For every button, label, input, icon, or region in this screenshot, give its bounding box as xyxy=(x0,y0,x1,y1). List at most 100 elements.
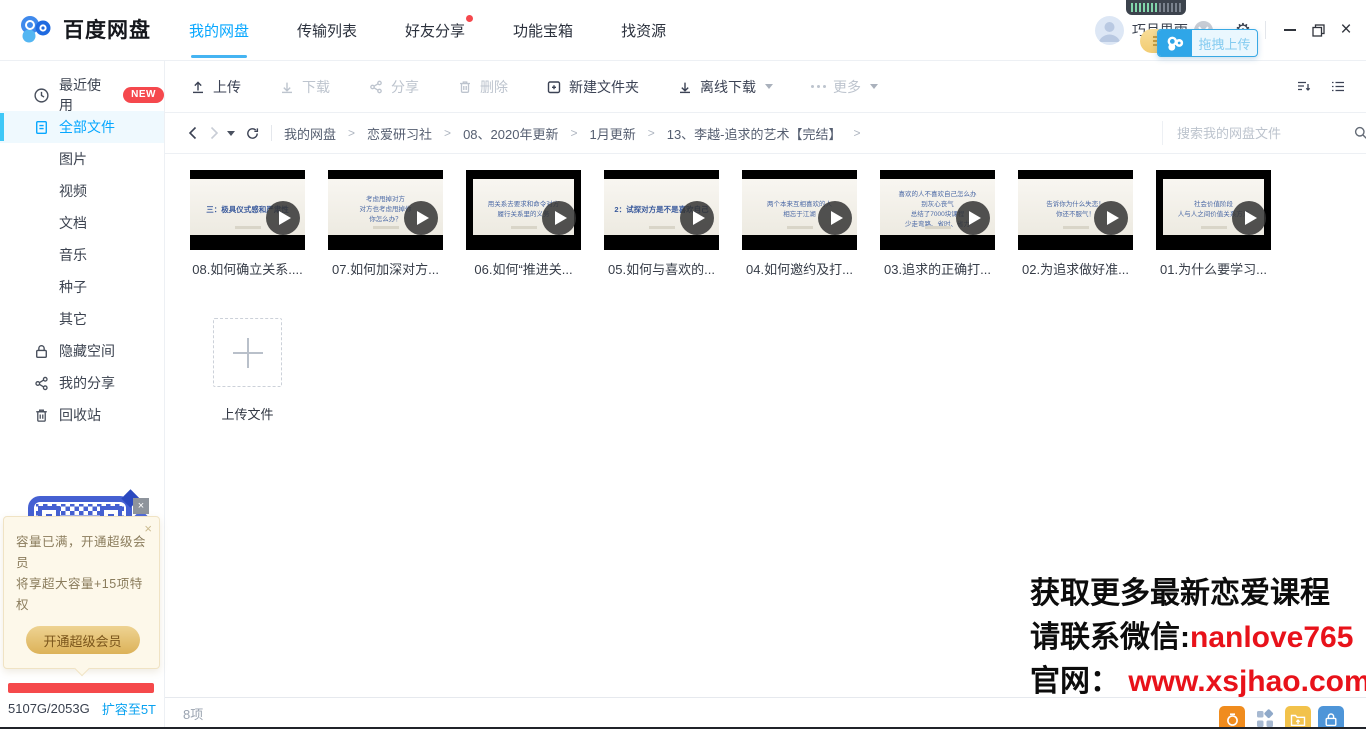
play-button-icon[interactable] xyxy=(680,201,714,235)
breadcrumb-item[interactable]: 13、李越-追求的艺术【完结】 xyxy=(667,124,842,143)
file-card[interactable]: 喜欢的人不喜欢自己怎么办别灰心丧气总结了7000块课程少走弯路、省时、省力 03… xyxy=(880,170,995,278)
storage-usage-label: 5107G/2053G xyxy=(8,701,90,716)
delete-button[interactable]: 删除 xyxy=(457,77,508,97)
file-card[interactable]: 用关系去要求和命令对方履行关系里的义务 06.如何“推进关... xyxy=(466,170,581,278)
file-name[interactable]: 02.为追求做好准... xyxy=(1018,259,1133,278)
file-name[interactable]: 01.为什么要学习... xyxy=(1156,259,1271,278)
storage-row: 5107G/2053G 扩容至5T xyxy=(8,699,156,718)
breadcrumb-item[interactable]: 08、2020年更新 xyxy=(463,124,558,143)
sidebar-item-label: 隐藏空间 xyxy=(59,341,115,361)
sidebar-item-recycle-bin[interactable]: 回收站 xyxy=(0,399,164,431)
sidebar-item-label: 文档 xyxy=(59,213,87,233)
open-super-vip-button[interactable]: 开通超级会员 xyxy=(26,626,140,654)
video-thumbnail[interactable]: 用关系去要求和命令对方履行关系里的义务 xyxy=(466,170,581,250)
file-card[interactable]: 三：极具仪式感和严肃性 08.如何确立关系.... xyxy=(190,170,305,278)
sidebar-item-all-files[interactable]: 全部文件 xyxy=(0,111,164,143)
new-folder-button[interactable]: 新建文件夹 xyxy=(546,77,639,97)
sidebar-item-torrents[interactable]: 种子 xyxy=(0,271,164,303)
file-card[interactable]: 社会价值阶段人与人之间价值关系方法 01.为什么要学习... xyxy=(1156,170,1271,278)
sidebar-item-others[interactable]: 其它 xyxy=(0,303,164,335)
expand-capacity-link[interactable]: 扩容至5T xyxy=(102,699,156,718)
sidebar-item-videos[interactable]: 视频 xyxy=(0,175,164,207)
sidebar-list: 最近使用 NEW 全部文件 图片 视频 文档 音乐 种子 其它 隐藏空间 xyxy=(0,61,164,431)
tab-label: 功能宝箱 xyxy=(513,23,573,40)
video-thumbnail[interactable]: 喜欢的人不喜欢自己怎么办别灰心丧气总结了7000块课程少走弯路、省时、省力 xyxy=(880,170,995,250)
video-thumbnail[interactable]: 三：极具仪式感和严肃性 xyxy=(190,170,305,250)
file-card[interactable]: 2：试探对方是不是喜欢自己 05.如何与喜欢的... xyxy=(604,170,719,278)
search-icon[interactable] xyxy=(1353,125,1366,141)
history-chevron-icon[interactable] xyxy=(227,131,235,136)
activity-gift-icon[interactable] xyxy=(1219,706,1245,729)
sidebar-item-label: 种子 xyxy=(59,277,87,297)
download-button[interactable]: 下载 xyxy=(279,77,330,97)
upload-button[interactable]: 上传 xyxy=(190,77,241,97)
avatar[interactable] xyxy=(1095,16,1124,45)
thumb-caption-line: 喜欢的人不喜欢自己怎么办 xyxy=(899,190,977,199)
list-view-icon[interactable] xyxy=(1330,79,1346,94)
video-thumbnail[interactable]: 2：试探对方是不是喜欢自己 xyxy=(604,170,719,250)
play-button-icon[interactable] xyxy=(542,201,576,235)
apps-grid-icon[interactable] xyxy=(1252,706,1278,729)
forward-icon[interactable] xyxy=(203,122,225,144)
play-button-icon[interactable] xyxy=(1094,201,1128,235)
sidebar-item-recent[interactable]: 最近使用 NEW xyxy=(0,79,164,111)
minimize-button[interactable] xyxy=(1276,16,1304,44)
document-icon xyxy=(33,119,50,136)
play-button-icon[interactable] xyxy=(266,201,300,235)
tab-label: 好友分享 xyxy=(405,23,465,40)
breadcrumb-item[interactable]: 恋爱研习社 xyxy=(367,124,432,143)
tab-toolbox[interactable]: 功能宝箱 xyxy=(509,0,577,61)
drag-upload-overlay[interactable]: 拖拽上传 xyxy=(1157,29,1258,57)
sort-icon[interactable] xyxy=(1296,79,1312,94)
breadcrumb-item[interactable]: 1月更新 xyxy=(589,124,635,143)
offline-download-icon xyxy=(677,79,693,95)
play-button-icon[interactable] xyxy=(1232,201,1266,235)
sidebar-item-documents[interactable]: 文档 xyxy=(0,207,164,239)
safe-lock-icon[interactable] xyxy=(1318,706,1344,729)
search-input[interactable] xyxy=(1177,126,1353,141)
video-thumbnail[interactable]: 考虑甩掉对方对方也考虑甩掉你你怎么办？ xyxy=(328,170,443,250)
file-card[interactable]: 两个本来互相喜欢的人相忘于江湖 04.如何邀约及打... xyxy=(742,170,857,278)
watermark-line2-prefix: 请联系微信: xyxy=(1030,621,1190,654)
video-thumbnail[interactable]: 社会价值阶段人与人之间价值关系方法 xyxy=(1156,170,1271,250)
breadcrumb-row: 我的网盘>恋爱研习社>08、2020年更新>1月更新>13、李越-追求的艺术【完… xyxy=(165,113,1366,154)
play-button-icon[interactable] xyxy=(956,201,990,235)
share-icon xyxy=(368,79,384,95)
tab-find-resources[interactable]: 找资源 xyxy=(617,0,670,61)
play-button-icon[interactable] xyxy=(404,201,438,235)
file-name[interactable]: 03.追求的正确打... xyxy=(880,259,995,278)
sidebar-item-pictures[interactable]: 图片 xyxy=(0,143,164,175)
video-thumbnail[interactable]: 告诉你为什么失恋！你还不服气！ xyxy=(1018,170,1133,250)
restore-button[interactable] xyxy=(1304,16,1332,44)
more-button[interactable]: 更多 xyxy=(811,77,878,97)
play-button-icon[interactable] xyxy=(818,201,852,235)
new-badge: NEW xyxy=(123,87,164,103)
tab-my-drive[interactable]: 我的网盘 xyxy=(185,0,253,61)
file-name[interactable]: 06.如何“推进关... xyxy=(466,259,581,278)
refresh-icon[interactable] xyxy=(241,122,263,144)
clock-icon xyxy=(33,87,50,104)
tab-transfer-list[interactable]: 传输列表 xyxy=(293,0,361,61)
file-name[interactable]: 04.如何邀约及打... xyxy=(742,259,857,278)
auto-backup-folder-icon[interactable] xyxy=(1285,706,1311,729)
file-name[interactable]: 05.如何与喜欢的... xyxy=(604,259,719,278)
system-osd-indicator xyxy=(1126,0,1186,15)
file-name[interactable]: 07.如何加深对方... xyxy=(328,259,443,278)
tab-friend-share[interactable]: 好友分享 xyxy=(401,0,469,61)
qr-close-icon[interactable]: × xyxy=(133,498,149,514)
share-button[interactable]: 分享 xyxy=(368,77,419,97)
sidebar-item-my-shares[interactable]: 我的分享 xyxy=(0,367,164,399)
video-thumbnail[interactable]: 两个本来互相喜欢的人相忘于江湖 xyxy=(742,170,857,250)
file-card[interactable]: 告诉你为什么失恋！你还不服气！ 02.为追求做好准... xyxy=(1018,170,1133,278)
file-name[interactable]: 08.如何确立关系.... xyxy=(190,259,305,278)
offline-download-button[interactable]: 离线下载 xyxy=(677,77,773,97)
popup-close-icon[interactable]: × xyxy=(144,521,152,536)
sidebar-item-music[interactable]: 音乐 xyxy=(0,239,164,271)
breadcrumb-item[interactable]: 我的网盘 xyxy=(284,124,336,143)
upload-file-tile[interactable] xyxy=(213,318,282,387)
sidebar-item-hidden-space[interactable]: 隐藏空间 xyxy=(0,335,164,367)
close-button[interactable]: × xyxy=(1332,16,1360,44)
toolbar-label: 下载 xyxy=(302,77,330,97)
back-icon[interactable] xyxy=(181,122,203,144)
file-card[interactable]: 考虑甩掉对方对方也考虑甩掉你你怎么办？ 07.如何加深对方... xyxy=(328,170,443,278)
